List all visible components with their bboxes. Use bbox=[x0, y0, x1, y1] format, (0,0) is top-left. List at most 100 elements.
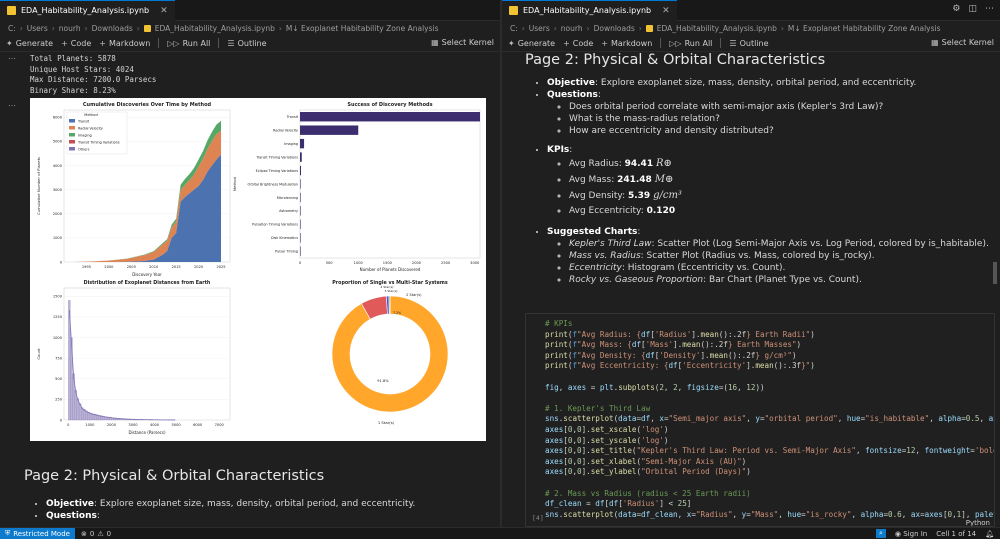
crumb-section[interactable]: M↓ Exoplanet Habitability Zone Analysis bbox=[788, 24, 941, 33]
kpis-label: KPIs bbox=[547, 145, 570, 155]
more-actions-icon[interactable]: ⋯ bbox=[985, 4, 994, 14]
kernel-label: Select Kernel bbox=[941, 38, 994, 47]
question-item: Does orbital period correlate with semi-… bbox=[569, 101, 995, 113]
timeline-legend-title: Method bbox=[84, 113, 97, 117]
timeline-legend-swatch bbox=[69, 133, 75, 137]
cell-position[interactable]: Cell 1 of 14 bbox=[936, 530, 976, 538]
objective-text: : Explore exoplanet size, mass, density,… bbox=[93, 499, 416, 509]
add-code-button[interactable]: + Code bbox=[563, 39, 593, 48]
output-menu-icon[interactable]: … bbox=[8, 52, 16, 61]
editor-actions: ⚙ ◫ ⋯ bbox=[952, 4, 994, 14]
plus-icon: + bbox=[601, 38, 608, 48]
left-markdown-cell: Page 2: Physical & Orbital Characteristi… bbox=[24, 468, 494, 522]
kpi-unit: g/cm³ bbox=[653, 190, 682, 201]
close-icon[interactable]: ✕ bbox=[662, 6, 670, 16]
chart-name: Mass vs. Radius bbox=[569, 251, 641, 261]
markdown-label: Markdown bbox=[108, 38, 151, 48]
left-notebook-tab[interactable]: EDA_Habitability_Analysis.ipynb ✕ bbox=[0, 0, 175, 21]
close-icon[interactable]: ✕ bbox=[160, 6, 168, 16]
kpi-label: Avg Radius: bbox=[569, 159, 625, 169]
notebook-file-icon bbox=[509, 6, 518, 15]
distance-ytick: 0 bbox=[60, 418, 63, 422]
crumb-users[interactable]: Users bbox=[27, 24, 48, 33]
split-editor-icon[interactable]: ◫ bbox=[968, 4, 977, 14]
output-line: Max Distance: 7200.0 Parsecs bbox=[30, 75, 157, 84]
kpi-unit: R⊕ bbox=[655, 158, 672, 169]
add-code-button[interactable]: + Code bbox=[61, 39, 91, 48]
code-cell[interactable]: # KPIs print(f"Avg Radius: {df['Radius']… bbox=[525, 313, 995, 527]
methods-title: Success of Discovery Methods bbox=[347, 102, 432, 108]
outline-button[interactable]: ☰ Outline bbox=[227, 39, 266, 48]
crumb-section[interactable]: M↓ Exoplanet Habitability Zone Analysis bbox=[286, 24, 439, 33]
timeline-xtick: 2015 bbox=[172, 265, 181, 269]
kpi-value: 0.120 bbox=[646, 206, 676, 216]
account-icon: ◉ bbox=[894, 529, 904, 538]
methods-bar bbox=[300, 112, 480, 122]
right-notebook-tab[interactable]: EDA_Habitability_Analysis.ipynb ✕ bbox=[502, 0, 677, 21]
run-all-button[interactable]: ▷▷ Run All bbox=[167, 39, 210, 48]
kpi-unit: M⊕ bbox=[654, 174, 674, 185]
output-menu-icon[interactable]: … bbox=[8, 99, 16, 108]
problems-indicator[interactable]: ⊗ 0 ⚠ 0 bbox=[81, 530, 111, 538]
timeline-xlabel: Discovery Year bbox=[132, 272, 162, 277]
notifications-bell-icon[interactable]: 🔔︎ bbox=[985, 530, 994, 538]
distance-ylabel: Count bbox=[36, 348, 41, 360]
timeline-ytick: 3000 bbox=[53, 188, 63, 192]
select-kernel-button[interactable]: ▦ Select Kernel bbox=[931, 38, 994, 47]
distance-ytick: 1250 bbox=[53, 315, 63, 319]
zoom-icon[interactable]: ⌕ bbox=[875, 529, 886, 538]
methods-category-label: Imaging bbox=[284, 142, 298, 146]
distance-xtick: 6000 bbox=[193, 423, 203, 427]
right-tab-bar: EDA_Habitability_Analysis.ipynb ✕ ⚙ ◫ ⋯ bbox=[502, 0, 1000, 21]
questions-list: Does orbital period correlate with semi-… bbox=[569, 101, 995, 137]
add-markdown-button[interactable]: + Markdown bbox=[99, 39, 150, 48]
distance-xtick: 4000 bbox=[150, 423, 160, 427]
timeline-xtick: 2000 bbox=[104, 265, 114, 269]
plus-icon: + bbox=[61, 38, 68, 48]
cell-language[interactable]: Python bbox=[966, 519, 990, 526]
chart-suggestion: Kepler's Third Law: Scatter Plot (Log Se… bbox=[569, 238, 995, 250]
generate-button[interactable]: ✦ Generate bbox=[508, 39, 555, 48]
output-line: Total Planets: 5878 bbox=[30, 54, 116, 63]
crumb-file[interactable]: EDA_Habitability_Analysis.ipynb bbox=[155, 24, 275, 33]
crumb-drive[interactable]: C: bbox=[510, 24, 518, 33]
add-markdown-button[interactable]: + Markdown bbox=[601, 39, 652, 48]
crumb-users[interactable]: Users bbox=[529, 24, 550, 33]
objective-label: Objective bbox=[547, 78, 595, 88]
generate-button[interactable]: ✦ Generate bbox=[6, 39, 53, 48]
methods-category-label: Pulsation Timing Variations bbox=[252, 223, 298, 227]
generate-label: Generate bbox=[517, 38, 556, 48]
restricted-mode-indicator[interactable]: ⛨ Restricted Mode bbox=[0, 527, 75, 539]
crumb-user[interactable]: nourh bbox=[59, 24, 81, 33]
vscode-window: EDA_Habitability_Analysis.ipynb ✕ C: › Us… bbox=[0, 0, 1000, 539]
methods-xtick: 500 bbox=[326, 261, 334, 265]
distance-xlabel: Distance (Parsecs) bbox=[128, 430, 165, 435]
objective-item: Objective: Explore exoplanet size, mass,… bbox=[46, 498, 494, 510]
run-all-button[interactable]: ▷▷ Run All bbox=[669, 39, 712, 48]
questions-colon: : bbox=[96, 511, 100, 521]
charts-label: Suggested Charts bbox=[547, 227, 638, 237]
crumb-user[interactable]: nourh bbox=[561, 24, 583, 33]
timeline-legend-label: Transit Timing Variations bbox=[77, 140, 120, 144]
crumb-drive[interactable]: C: bbox=[8, 24, 16, 33]
methods-category-label: Radial Velocity bbox=[273, 128, 298, 132]
page2-heading: Page 2: Physical & Orbital Characteristi… bbox=[525, 52, 826, 68]
code-editor[interactable]: # KPIs print(f"Avg Radius: {df['Radius']… bbox=[526, 314, 994, 520]
settings-gear-icon[interactable]: ⚙ bbox=[952, 4, 960, 14]
timeline-ytick: 4000 bbox=[53, 164, 63, 168]
run-all-icon: ▷▷ bbox=[669, 38, 682, 48]
crumb-downloads[interactable]: Downloads bbox=[92, 24, 133, 33]
questions-label: Questions bbox=[46, 511, 97, 521]
crumb-file[interactable]: EDA_Habitability_Analysis.ipynb bbox=[657, 24, 777, 33]
outline-label: Outline bbox=[237, 38, 267, 48]
kernel-icon: ▦ bbox=[431, 38, 439, 47]
timeline-legend-label: Transit bbox=[77, 119, 90, 123]
select-kernel-button[interactable]: ▦ Select Kernel bbox=[431, 38, 494, 47]
scrollbar-thumb[interactable] bbox=[993, 262, 997, 284]
distance-ytick: 500 bbox=[55, 377, 63, 381]
methods-xtick: 2500 bbox=[441, 261, 451, 265]
crumb-downloads[interactable]: Downloads bbox=[594, 24, 635, 33]
chart-suggestion: Eccentricity: Histogram (Eccentricity vs… bbox=[569, 262, 995, 274]
accounts-button[interactable]: ◉ Sign In bbox=[895, 530, 927, 538]
outline-button[interactable]: ☰ Outline bbox=[729, 39, 768, 48]
